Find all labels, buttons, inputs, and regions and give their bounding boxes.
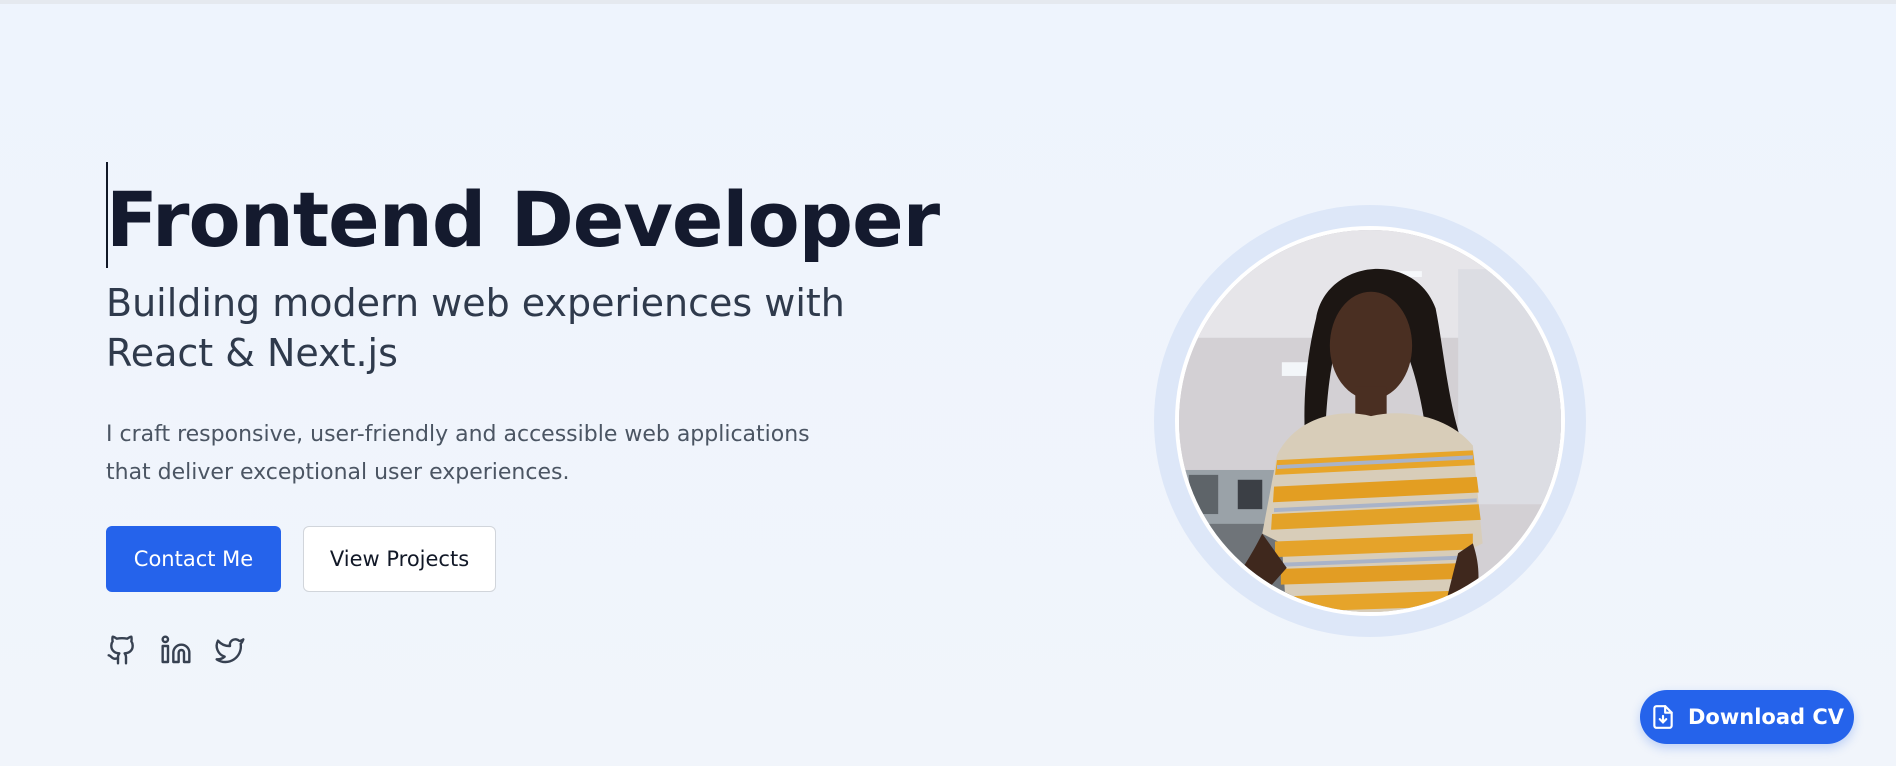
hero-description: I craft responsive, user-friendly and ac… — [106, 422, 810, 485]
cta-buttons: Contact Me View Projects — [106, 526, 496, 592]
github-icon — [107, 635, 134, 665]
text-caret — [106, 162, 108, 268]
github-link[interactable] — [106, 634, 138, 666]
linkedin-icon — [161, 635, 191, 664]
twitter-link[interactable] — [214, 634, 246, 666]
social-links — [106, 634, 246, 666]
top-border — [0, 0, 1896, 4]
download-cv-label: Download CV — [1687, 705, 1844, 729]
profile-photo — [1179, 230, 1561, 612]
twitter-icon — [215, 638, 245, 664]
avatar — [1175, 226, 1565, 616]
page-title: Frontend Developer — [106, 175, 940, 264]
title-wrap: Frontend Developer — [106, 160, 946, 280]
file-download-icon — [1653, 705, 1673, 729]
linkedin-link[interactable] — [160, 634, 192, 666]
view-projects-button[interactable]: View Projects — [303, 526, 496, 592]
hero-subtitle: Building modern web experiences with Rea… — [106, 281, 845, 375]
download-cv-button[interactable]: Download CV — [1640, 690, 1854, 744]
contact-me-button[interactable]: Contact Me — [106, 526, 281, 592]
hero-section: Frontend Developer Building modern web e… — [106, 160, 946, 492]
